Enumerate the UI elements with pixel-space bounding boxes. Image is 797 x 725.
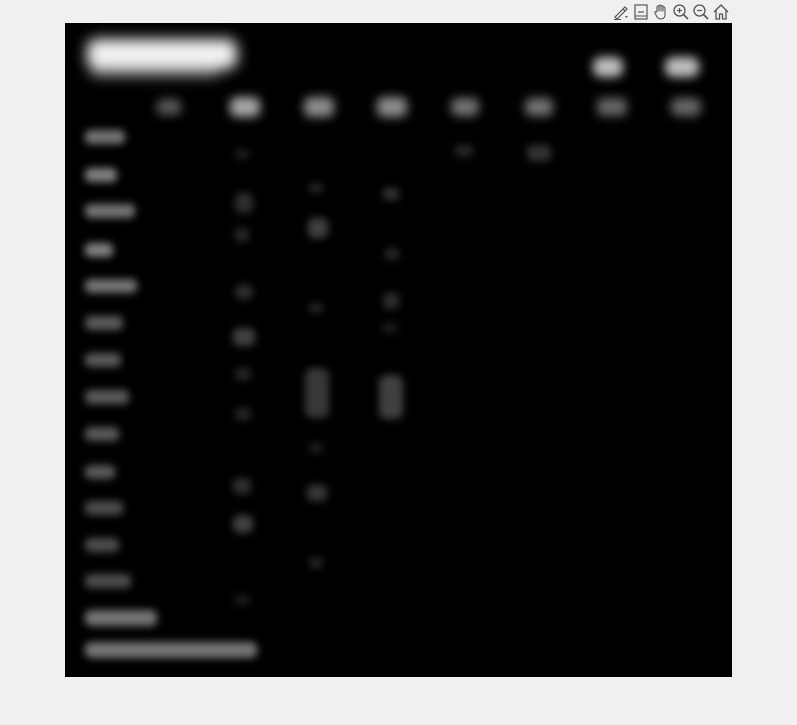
blurred-image — [65, 23, 732, 677]
zoom-out-icon — [693, 4, 709, 20]
brush-button[interactable] — [611, 2, 631, 22]
zoom-in-icon — [673, 4, 689, 20]
pan-button[interactable] — [651, 2, 671, 22]
zoom-in-button[interactable] — [671, 2, 691, 22]
home-icon — [713, 4, 729, 20]
home-button[interactable] — [711, 2, 731, 22]
datatip-icon — [634, 4, 648, 20]
axes-toolbar — [611, 2, 731, 22]
figure-window — [0, 0, 797, 725]
brush-icon — [614, 6, 628, 20]
zoom-out-button[interactable] — [691, 2, 711, 22]
image-display[interactable] — [65, 23, 732, 677]
datatip-button[interactable] — [631, 2, 651, 22]
pan-hand-icon — [654, 4, 666, 20]
title-blob — [87, 39, 237, 77]
